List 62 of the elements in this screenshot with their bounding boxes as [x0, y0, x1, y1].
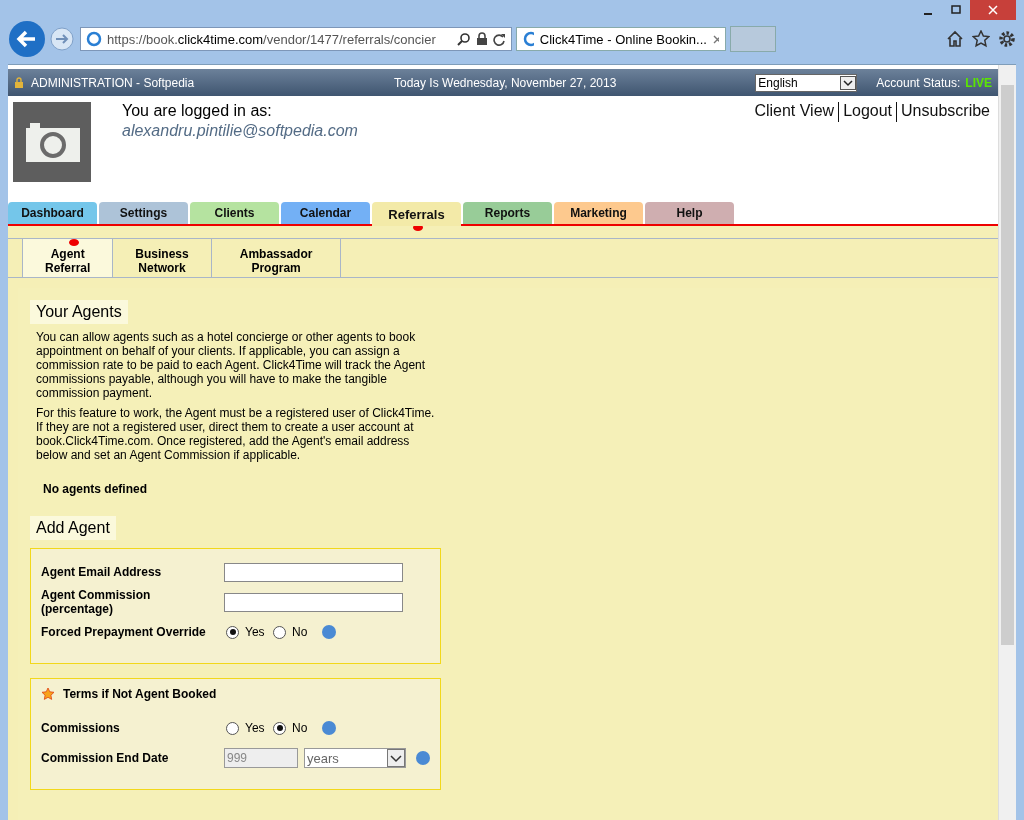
radio-button[interactable] — [273, 721, 286, 735]
header-link[interactable]: Unsubscribe — [897, 102, 994, 120]
admin-label: ADMINISTRATION - Softpedia — [31, 75, 195, 90]
field-label: Agent Email Address — [41, 565, 163, 579]
field-label: Commissions — [41, 721, 121, 735]
header-link[interactable]: Logout — [839, 102, 897, 120]
home-icon[interactable] — [946, 30, 964, 48]
refresh-icon[interactable] — [493, 32, 506, 46]
sub-tab[interactable]: Business Network — [112, 239, 211, 277]
radio-label: Yes — [245, 625, 265, 639]
nav-tab[interactable]: Marketing — [554, 202, 643, 224]
description-text: You can allow agents such as a hotel concierge or other agents to book appointment on behalf of your clients. If applicable, you can assign a commission rate to be paid to each Agent. Click4Time will track the Agent commissions payable, although you will have to make the tangible commission payment. — [36, 330, 427, 400]
maximize-icon — [951, 5, 961, 15]
nav-tab[interactable]: Settings — [99, 202, 188, 224]
date-label: Today Is Wednesday, November 27, 2013 — [394, 75, 618, 90]
minimize-icon — [924, 13, 932, 15]
nav-tab[interactable]: Help — [645, 202, 734, 224]
lock-icon — [14, 76, 24, 89]
input-field[interactable] — [224, 562, 403, 582]
header-link[interactable]: Client View — [750, 102, 839, 120]
search-icon[interactable] — [457, 32, 471, 46]
user-email: alexandru.pintilie@softpedia.com — [122, 122, 358, 140]
nav-tab[interactable]: Reports — [463, 202, 552, 224]
radio-label: Yes — [245, 721, 265, 735]
account-status-value: LIVE — [965, 75, 992, 90]
radio-button[interactable] — [226, 721, 239, 735]
lock-icon[interactable] — [476, 32, 488, 46]
section-title: Add Agent — [30, 516, 116, 540]
logged-in-label: You are logged in as: — [122, 102, 273, 120]
forward-button[interactable] — [50, 27, 74, 51]
field-label: Commission End Date — [41, 751, 170, 765]
section-title: Your Agents — [30, 300, 128, 324]
radio-button[interactable] — [226, 625, 239, 639]
scrollbar[interactable] — [998, 65, 1016, 820]
nav-tab[interactable]: Calendar — [281, 202, 370, 224]
radio-button[interactable] — [273, 625, 286, 639]
back-button[interactable] — [8, 20, 46, 58]
unit-select[interactable]: years — [304, 748, 406, 768]
settings-icon[interactable] — [998, 30, 1016, 48]
star-icon — [41, 687, 55, 701]
star-icon[interactable] — [972, 30, 990, 48]
empty-message: No agents defined — [43, 482, 148, 496]
nav-tab[interactable]: Referrals — [372, 202, 461, 226]
caret-icon — [387, 749, 405, 767]
nav-tab[interactable]: Dashboard — [8, 202, 97, 224]
account-status-label: Account Status: — [876, 75, 961, 90]
field-label: Forced Prepayment Override — [41, 625, 207, 639]
close-icon[interactable] — [712, 34, 719, 44]
nav-tab[interactable]: Clients — [190, 202, 279, 224]
section-subtitle: Terms if Not Agent Booked — [63, 687, 217, 701]
input-field[interactable] — [224, 592, 403, 612]
sub-tab[interactable]: Ambassador Program — [210, 239, 342, 277]
close-icon — [988, 5, 998, 15]
language-select[interactable]: English — [755, 73, 858, 92]
field-label: Agent Commission (percentage) — [41, 588, 152, 616]
radio-label: No — [292, 625, 309, 639]
address-bar[interactable]: https://book.click4time.com/vendor/1477/referrals/concier — [80, 27, 512, 51]
radio-label: No — [292, 721, 309, 735]
caret-icon — [840, 75, 857, 90]
browser-tab[interactable]: Click4Time - Online Bookin... — [516, 27, 726, 51]
description-text: For this feature to work, the Agent must be a registered user of Click4Time. If they are not a registered user, direct them to create a user account at book.Click4Time.com. Once registered, add the Agent's email address below and set an Agent Commission if applicable. — [36, 406, 436, 462]
sub-tab[interactable]: Agent Referral — [22, 239, 113, 277]
